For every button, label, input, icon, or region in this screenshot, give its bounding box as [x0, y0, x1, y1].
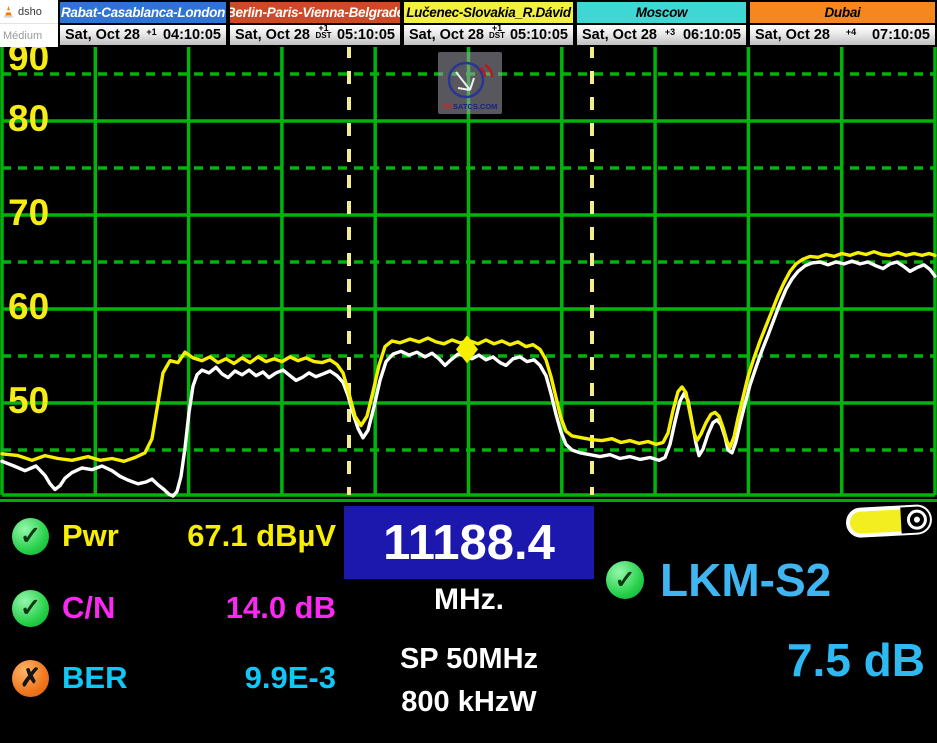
clock-utc-offset: +4: [843, 28, 859, 36]
clock-city: Moscow: [577, 2, 746, 25]
clock-time: 07:10:05: [872, 27, 930, 43]
reading-value: 67.1 dBµV: [119, 518, 336, 554]
clock-city: Berlin-Paris-Vienna-Belgrade: [230, 2, 400, 25]
clock-city: Dubai: [750, 2, 935, 25]
watermark-brand: DXSATCS.COM: [443, 102, 498, 114]
clock-time: 05:10:05: [337, 27, 395, 43]
link-margin-value: 7.5 dB: [787, 633, 925, 687]
standard-label: LKM-S2: [660, 553, 831, 607]
y-axis-label: 50: [8, 380, 49, 421]
clock-time-row: Sat, Oct 28 +3 06:10:05: [577, 25, 746, 45]
vlc-window-fragment: dsho Médium: [0, 0, 58, 47]
clock-panels: Rabat-Casablanca-LondonSat, Oct 28+104:1…: [58, 0, 937, 47]
clock-utc-offset: +1: [143, 28, 159, 36]
clock-date: Sat, Oct 28: [582, 27, 657, 43]
vlc-cone-icon: [3, 6, 14, 18]
clock-time: 05:10:05: [510, 27, 568, 43]
reading-value: 14.0 dB: [115, 590, 336, 626]
clock-date: Sat, Oct 28: [755, 27, 830, 43]
clock-date: Sat, Oct 28: [235, 27, 310, 43]
clock-utc-offset: +1DST: [486, 24, 508, 40]
top-clock-bar: dsho Médium Rabat-Casablanca-LondonSat, …: [0, 0, 937, 47]
dxsatcs-watermark: DXSATCS.COM: [438, 52, 502, 114]
y-axis-label: 80: [8, 98, 49, 139]
measurement-panel: ✓ Pwr67.1 dBµV ✓ C/N14.0 dB ✗ BER9.9E-3 11188…: [0, 503, 937, 743]
y-axis-label: 60: [8, 286, 49, 327]
status-fail-icon: ✗: [12, 660, 49, 697]
clock-panel-4: Moscow Sat, Oct 28 +3 06:10:05: [575, 0, 748, 47]
reading-row-pwr: ✓ Pwr67.1 dBµV: [12, 512, 336, 560]
satellite-dish-icon: [444, 60, 496, 102]
status-ok-icon: ✓: [12, 518, 49, 555]
clock-utc-offset: +1DST: [312, 24, 334, 40]
clock-date: Sat, Oct 28: [65, 27, 140, 43]
status-ok-icon: ✓: [12, 590, 49, 627]
clock-city: Rabat-Casablanca-London: [60, 2, 226, 25]
clock-panel-2: Berlin-Paris-Vienna-BelgradeSat, Oct 28+…: [228, 0, 402, 47]
reading-label: BER: [62, 660, 127, 696]
clock-time: 04:10:05: [163, 27, 221, 43]
clock-panel-5: Dubai Sat, Oct 28 +4 07:10:05: [748, 0, 937, 47]
frequency-value: 11188.4: [383, 515, 555, 571]
clock-time-row: Sat, Oct 28+1 04:10:05: [60, 25, 226, 45]
reading-label: C/N: [62, 590, 115, 626]
span-setting: SP 50MHz: [344, 643, 594, 676]
frequency-unit: MHz.: [344, 583, 594, 617]
reading-value: 9.9E-3: [127, 660, 336, 696]
bandwidth-setting: 800 kHzW: [344, 686, 594, 719]
vlc-menu-item-media[interactable]: Médium: [0, 24, 58, 47]
clock-time: 06:10:05: [683, 27, 741, 43]
y-axis-label: 70: [8, 192, 49, 233]
reading-row-cn: ✓ C/N14.0 dB: [12, 584, 336, 632]
clock-utc-offset: +3: [662, 28, 678, 36]
vlc-title-fragment: dsho: [0, 0, 58, 24]
reading-row-ber: ✗ BER9.9E-3: [12, 654, 336, 702]
clock-city: Lučenec-Slovakia_R.Dávid: [404, 2, 573, 25]
clock-panel-3: Lučenec-Slovakia_R.DávidSat, Oct 28+1DST…: [402, 0, 575, 47]
vlc-title-text: dsho: [18, 6, 42, 18]
battery-icon: [844, 503, 937, 541]
lock-standard: ✓ LKM-S2: [606, 553, 831, 607]
clock-panel-1: Rabat-Casablanca-London Sat, Oct 28+1 04:1…: [58, 0, 228, 47]
clock-time-row: Sat, Oct 28+1DST05:10:05: [230, 25, 400, 45]
clock-date: Sat, Oct 28: [409, 27, 484, 43]
clock-time-row: Sat, Oct 28+1DST05:10:05: [404, 25, 573, 45]
reading-label: Pwr: [62, 518, 119, 554]
clock-time-row: Sat, Oct 28 +4 07:10:05: [750, 25, 935, 45]
frequency-display[interactable]: 11188.4: [344, 506, 594, 579]
lock-ok-icon: ✓: [606, 561, 644, 599]
